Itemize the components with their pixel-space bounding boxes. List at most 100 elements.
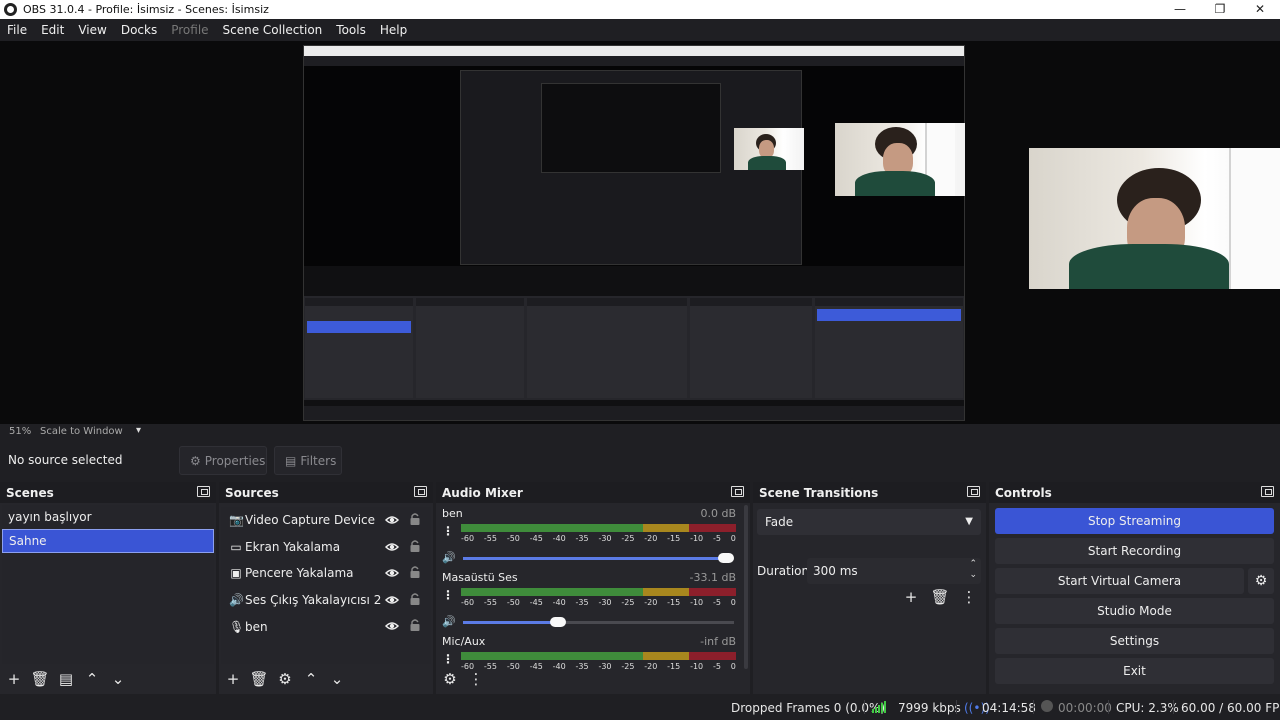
menu-file[interactable]: File xyxy=(0,23,34,37)
preview-canvas[interactable] xyxy=(0,41,1280,424)
move-down-icon[interactable]: ⌄ xyxy=(108,669,128,689)
source-item[interactable]: 🔊 Ses Çıkış Yakalayıcısı 2 xyxy=(221,587,431,614)
kebab-menu-icon[interactable]: ⋮ xyxy=(466,669,486,689)
eye-icon[interactable] xyxy=(385,619,399,633)
menu-edit[interactable]: Edit xyxy=(34,23,71,37)
channel-name: ben xyxy=(442,507,463,520)
audio-mixer-header: Audio Mixer xyxy=(436,482,750,503)
speaker-icon[interactable]: 🔊 xyxy=(442,615,456,628)
menu-view[interactable]: View xyxy=(71,23,113,37)
preview-zoom-bar: 51% Scale to Window ▾ xyxy=(0,424,1280,440)
lock-icon[interactable] xyxy=(409,539,421,553)
trash-icon[interactable]: 🗑 xyxy=(30,669,50,689)
chevron-down-icon[interactable]: ▾ xyxy=(136,425,141,436)
trash-icon[interactable]: 🗑 xyxy=(930,587,950,607)
kebab-menu-icon[interactable]: ⋮ xyxy=(442,588,454,604)
volume-slider[interactable] xyxy=(463,617,734,627)
filter-icon[interactable]: ▤ xyxy=(56,669,76,689)
menu-docks[interactable]: Docks xyxy=(114,23,164,37)
menu-profile[interactable]: Profile xyxy=(164,23,215,37)
speaker-icon[interactable]: 🔊 xyxy=(442,551,456,564)
duration-label: Duration xyxy=(757,564,810,578)
undock-icon[interactable] xyxy=(967,486,980,497)
studio-mode-button[interactable]: Studio Mode xyxy=(995,598,1274,624)
camera-icon: 📷 xyxy=(229,513,244,528)
gear-icon[interactable]: ⚙ xyxy=(275,669,295,689)
speaker-icon: 🔊 xyxy=(229,593,244,608)
duration-input[interactable]: 300 ms ⌃ ⌄ xyxy=(807,558,981,584)
eye-icon[interactable] xyxy=(385,566,399,580)
meter-tick-label: -35 xyxy=(575,534,589,543)
undock-icon[interactable] xyxy=(197,486,210,497)
channel-name: Masaüstü Ses xyxy=(442,571,518,584)
move-up-icon[interactable]: ⌃ xyxy=(301,669,321,689)
monitor-icon: ▭ xyxy=(230,539,242,554)
fps-readout: 60.00 / 60.00 FPS xyxy=(1181,701,1280,715)
settings-button[interactable]: Settings xyxy=(995,628,1274,654)
lock-icon[interactable] xyxy=(409,512,421,526)
source-item[interactable]: ▣ Pencere Yakalama xyxy=(221,560,431,587)
lock-icon[interactable] xyxy=(409,618,421,632)
meter-tick-label: -15 xyxy=(667,598,681,607)
cpu-usage: CPU: 2.3% xyxy=(1116,701,1179,715)
filters-button[interactable]: ▤ Filters xyxy=(274,446,342,475)
lock-icon[interactable] xyxy=(409,565,421,579)
spinbox-arrows-icon[interactable]: ⌃ ⌄ xyxy=(969,559,977,581)
eye-icon[interactable] xyxy=(385,593,399,607)
menu-scene-collection[interactable]: Scene Collection xyxy=(216,23,330,37)
kebab-menu-icon[interactable]: ⋮ xyxy=(959,587,979,607)
source-item[interactable]: ▭ Ekran Yakalama xyxy=(221,534,431,561)
kebab-menu-icon[interactable]: ⋮ xyxy=(442,524,454,540)
menu-tools[interactable]: Tools xyxy=(329,23,373,37)
gear-icon[interactable]: ⚙ xyxy=(440,669,460,689)
transition-select[interactable]: Fade ▼ xyxy=(757,509,981,535)
mixer-scrollbar[interactable] xyxy=(744,505,748,669)
eye-icon[interactable] xyxy=(385,513,399,527)
volume-meter xyxy=(461,652,736,660)
close-button[interactable]: ✕ xyxy=(1240,0,1280,19)
eye-icon[interactable] xyxy=(385,540,399,554)
scene-item[interactable]: yayın başlıyor xyxy=(2,505,214,529)
zoom-level: 51% xyxy=(9,426,32,437)
meter-tick-label: -20 xyxy=(644,534,658,543)
volume-meter xyxy=(461,524,736,532)
lock-icon[interactable] xyxy=(409,592,421,606)
dock-title: Scene Transitions xyxy=(759,485,879,500)
exit-button[interactable]: Exit xyxy=(995,658,1274,684)
controls-dock: Controls Stop Streaming Start Recording … xyxy=(989,482,1280,694)
meter-scale: -60 -55 -50 -45 -40 -35 -30 -25 -20 -15 -10 -5 0 xyxy=(461,598,736,608)
undock-icon[interactable] xyxy=(414,486,427,497)
dock-title: Controls xyxy=(995,485,1052,500)
add-scene-button[interactable]: + xyxy=(4,669,24,689)
source-item[interactable]: 📷 Video Capture Device xyxy=(221,507,431,534)
add-transition-button[interactable]: + xyxy=(901,587,921,607)
window-icon: ▣ xyxy=(230,566,242,581)
undock-icon[interactable] xyxy=(1261,486,1274,497)
audio-mixer-dock: Audio Mixer ben 0.0 dB ⋮ -60 -55 -50 -45 -40… xyxy=(436,482,750,694)
move-down-icon[interactable]: ⌄ xyxy=(327,669,347,689)
add-source-button[interactable]: + xyxy=(223,669,243,689)
minimize-button[interactable]: — xyxy=(1160,0,1200,19)
record-icon xyxy=(1041,700,1053,712)
virtual-camera-settings-button[interactable]: ⚙ xyxy=(1248,568,1274,594)
no-source-label: No source selected xyxy=(8,453,123,467)
trash-icon[interactable]: 🗑 xyxy=(249,669,269,689)
source-item[interactable]: 🎙 ben xyxy=(221,613,431,640)
gear-icon: ⚙ xyxy=(190,453,201,468)
menu-help[interactable]: Help xyxy=(373,23,414,37)
scene-item-selected[interactable]: Sahne xyxy=(2,529,214,553)
maximize-button[interactable]: ❐ xyxy=(1200,0,1240,19)
stop-streaming-button[interactable]: Stop Streaming xyxy=(995,508,1274,534)
start-virtual-camera-button[interactable]: Start Virtual Camera xyxy=(995,568,1244,594)
meter-tick-label: -30 xyxy=(598,534,612,543)
undock-icon[interactable] xyxy=(731,486,744,497)
bitrate: 7999 kbps xyxy=(898,701,961,715)
start-recording-button[interactable]: Start Recording xyxy=(995,538,1274,564)
scale-mode-select[interactable]: Scale to Window xyxy=(40,426,123,437)
meter-tick-label: -35 xyxy=(575,598,589,607)
properties-button[interactable]: ⚙ Properties xyxy=(179,446,267,475)
dropped-frames: Dropped Frames 0 (0.0%) xyxy=(731,701,886,715)
move-up-icon[interactable]: ⌃ xyxy=(82,669,102,689)
meter-tick-label: 0 xyxy=(730,534,736,543)
volume-slider[interactable] xyxy=(463,553,734,563)
